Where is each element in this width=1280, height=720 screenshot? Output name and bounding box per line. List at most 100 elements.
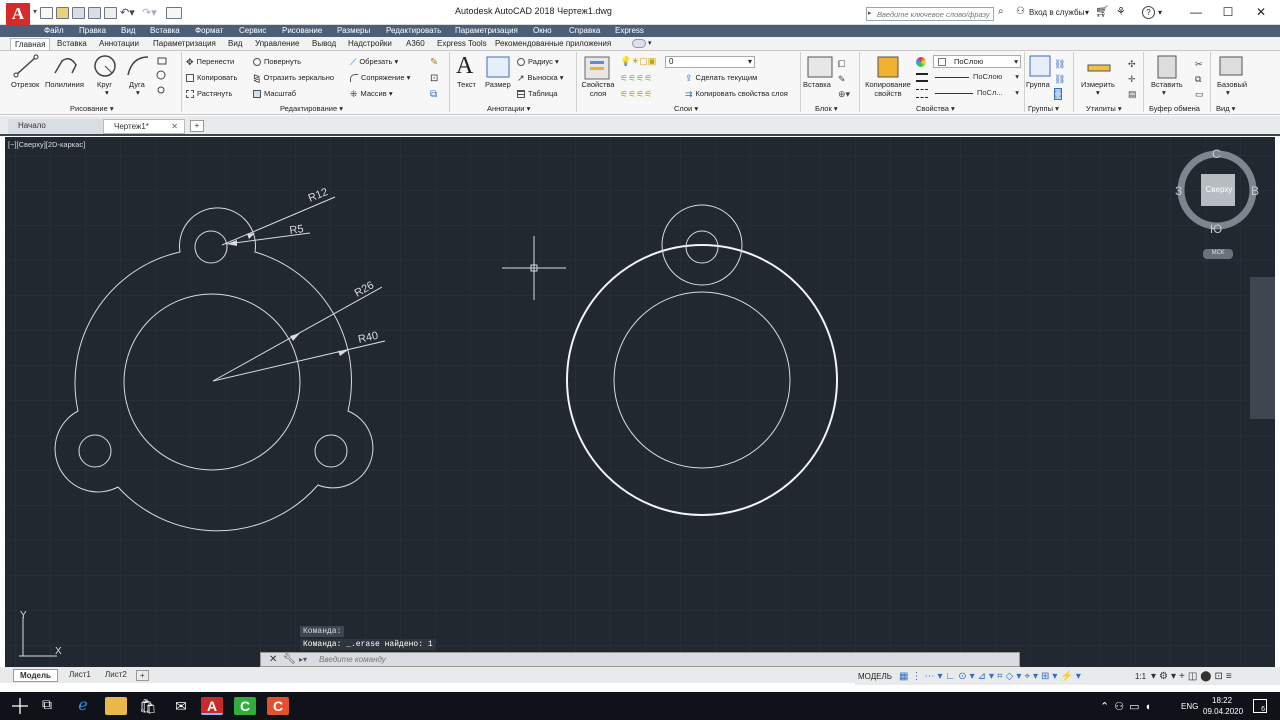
layer-tools-row2-icons[interactable]: ⚟⚟⚟⚟ <box>620 89 652 100</box>
help-chevron-icon[interactable]: ▾ <box>1158 8 1162 17</box>
status-tools-icons[interactable]: ▾⚙▾+◫⬤⊡≡ <box>1151 671 1235 682</box>
model-space-button[interactable]: МОДЕЛЬ <box>858 672 892 681</box>
menu-dimension[interactable]: Размеры <box>337 25 370 37</box>
new-file-icon[interactable] <box>40 7 53 19</box>
undo-icon[interactable]: ↶▾ <box>120 6 135 19</box>
navigation-bar[interactable] <box>1250 277 1275 419</box>
login-button[interactable]: Вход в службы <box>1029 8 1084 17</box>
tab-featured-apps[interactable]: Рекомендованные приложения <box>491 38 615 50</box>
menu-insert[interactable]: Вставка <box>150 25 180 37</box>
clock-time[interactable]: 18:22 <box>1212 696 1232 705</box>
save-as-icon[interactable] <box>88 7 101 19</box>
line-button[interactable]: Отрезок <box>11 80 39 89</box>
text-icon[interactable]: A <box>456 53 473 80</box>
save-icon[interactable] <box>72 7 85 19</box>
command-customize-icon[interactable]: 🔧︎ <box>283 654 296 665</box>
polyline-button[interactable]: Полилиния <box>45 80 84 89</box>
menu-draw[interactable]: Рисование <box>282 25 322 37</box>
insert-block-button[interactable]: Вставка <box>803 80 831 89</box>
text-button[interactable]: Текст <box>457 80 476 89</box>
login-chevron-icon[interactable]: ▾ <box>1085 8 1089 17</box>
autocad-taskbar-icon[interactable]: A <box>201 697 223 715</box>
measure-chevron-icon[interactable]: ▾ <box>1096 88 1100 97</box>
panel-layers-label[interactable]: Слои ▾ <box>674 104 698 113</box>
panel-view-label[interactable]: Вид ▾ <box>1216 104 1235 113</box>
panel-groups-label[interactable]: Группы ▾ <box>1028 104 1059 113</box>
viewport-controls-label[interactable]: [−][Сверху][2D-каркас] <box>8 140 85 149</box>
menu-file[interactable]: Файл <box>44 25 64 37</box>
tab-addins[interactable]: Надстройки <box>344 38 396 50</box>
tab-insert[interactable]: Вставка <box>53 38 91 50</box>
ucs-badge-label[interactable]: МСК <box>1203 250 1233 256</box>
menu-edit[interactable]: Правка <box>79 25 106 37</box>
annotation-scale[interactable]: 1:1 <box>1135 672 1146 681</box>
binoculars-icon[interactable]: ⌕ <box>998 6 1004 17</box>
maximize-button[interactable]: ☐ <box>1215 3 1241 21</box>
group-button[interactable]: Группа <box>1026 80 1050 89</box>
tab-drawing1[interactable]: Чертеж1* ✕ <box>103 119 185 134</box>
fillet-button[interactable]: Сопряжение ▾ <box>350 73 410 83</box>
user-icon[interactable]: ⚇ <box>1016 6 1025 17</box>
tab-output[interactable]: Вывод <box>308 38 340 50</box>
cart-icon[interactable]: 🛒︎ <box>1095 5 1109 18</box>
panel-block-label[interactable]: Блок ▾ <box>815 104 838 113</box>
tab-close-icon[interactable]: ✕ <box>171 120 178 134</box>
arc-chevron-icon[interactable]: ▾ <box>136 88 140 97</box>
dimension-button[interactable]: Размер <box>485 80 511 89</box>
clock-date[interactable]: 09.04.2020 <box>1203 707 1243 716</box>
menu-parametric[interactable]: Параметризация <box>455 25 518 37</box>
drafting-toggle-icons[interactable]: ▦⋮⋯▾∟⊙▾⊿▾⌗◇▾⌖▾⊞▾⚡▾ <box>899 671 1084 682</box>
menu-window[interactable]: Окно <box>533 25 552 37</box>
open-folder-icon[interactable] <box>56 7 69 19</box>
clipboard-tools-icons[interactable]: ✂ ⧉ ▭ <box>1195 57 1204 102</box>
rotate-button[interactable]: Повернуть <box>253 57 301 67</box>
linetype-dropdown[interactable]: ПоСл... ▾ <box>933 87 1021 100</box>
copy-button[interactable]: Копировать <box>186 73 237 83</box>
share-icon[interactable] <box>166 7 182 19</box>
trim-button[interactable]: ⟋ Обрезать ▾ <box>350 57 398 67</box>
tab-express-tools[interactable]: Express Tools <box>433 38 491 50</box>
base-view-button[interactable]: Базовый <box>1217 80 1247 89</box>
block-tools-icons[interactable]: ⧠ ✎ ⊕▾ <box>838 57 850 102</box>
pencil-icon[interactable]: ✎ <box>430 57 438 68</box>
command-input[interactable] <box>319 654 1009 665</box>
mail-icon[interactable]: ✉ <box>170 697 192 715</box>
tab-view[interactable]: Вид <box>224 38 246 50</box>
base-view-chevron-icon[interactable]: ▾ <box>1226 88 1230 97</box>
language-indicator[interactable]: ENG <box>1181 702 1198 711</box>
array-button[interactable]: ⁜ Массив ▾ <box>350 89 393 99</box>
tab-start[interactable]: Начало <box>8 119 103 134</box>
layer-state-icons[interactable]: 💡☀▢▣ <box>620 56 656 67</box>
command-close-icon[interactable]: ✕ <box>269 654 277 665</box>
task-view-icon[interactable]: ⧉ <box>42 696 52 713</box>
start-menu-icon[interactable] <box>12 698 28 714</box>
menu-format[interactable]: Формат <box>195 25 223 37</box>
panel-clipboard-label[interactable]: Буфер обмена <box>1149 104 1200 113</box>
viewcube-south[interactable]: Ю <box>1210 222 1222 236</box>
match-properties-button[interactable]: Копирование свойств <box>862 80 914 98</box>
drawing-canvas[interactable]: R12 R5 R26 R40 Y X [−][Сверху][2D-каркас… <box>5 137 1275 667</box>
viewcube-north[interactable]: С <box>1212 147 1221 161</box>
app-menu-chevron-icon[interactable]: ▾ <box>33 7 39 19</box>
stretch-button[interactable]: Растянуть <box>186 89 232 99</box>
tab-layout1[interactable]: Лист1 <box>63 669 97 682</box>
leader-button[interactable]: ↗ Выноска ▾ <box>517 73 563 83</box>
notification-center-icon[interactable]: 6 <box>1253 699 1267 713</box>
tab-a360[interactable]: A360 <box>402 38 429 50</box>
panel-modify-label[interactable]: Редактирование ▾ <box>280 104 343 113</box>
tab-annotate[interactable]: Аннотации <box>95 38 143 50</box>
camtasia-recorder-icon[interactable]: C <box>267 697 289 715</box>
menu-express[interactable]: Express <box>615 25 644 37</box>
offset-icon[interactable]: ⧉ <box>430 89 437 100</box>
tab-parametric[interactable]: Параметризация <box>149 38 220 50</box>
panel-annotation-label[interactable]: Аннотации ▾ <box>487 104 530 113</box>
paste-button[interactable]: Вставить <box>1151 80 1183 89</box>
tab-manage[interactable]: Управление <box>251 38 303 50</box>
system-tray-icons[interactable]: ⌃⚇▭◖ <box>1100 700 1156 713</box>
print-icon[interactable] <box>104 7 117 19</box>
paste-chevron-icon[interactable]: ▾ <box>1162 88 1166 97</box>
panel-utilities-label[interactable]: Утилиты ▾ <box>1086 104 1122 113</box>
mirror-button[interactable]: ⧎ Отразить зеркально <box>253 73 334 83</box>
layer-tools-row1-icons[interactable]: ⚟⚟⚟⚟ <box>620 73 652 84</box>
drawing-area[interactable]: R12 R5 R26 R40 Y X <box>5 137 1275 667</box>
